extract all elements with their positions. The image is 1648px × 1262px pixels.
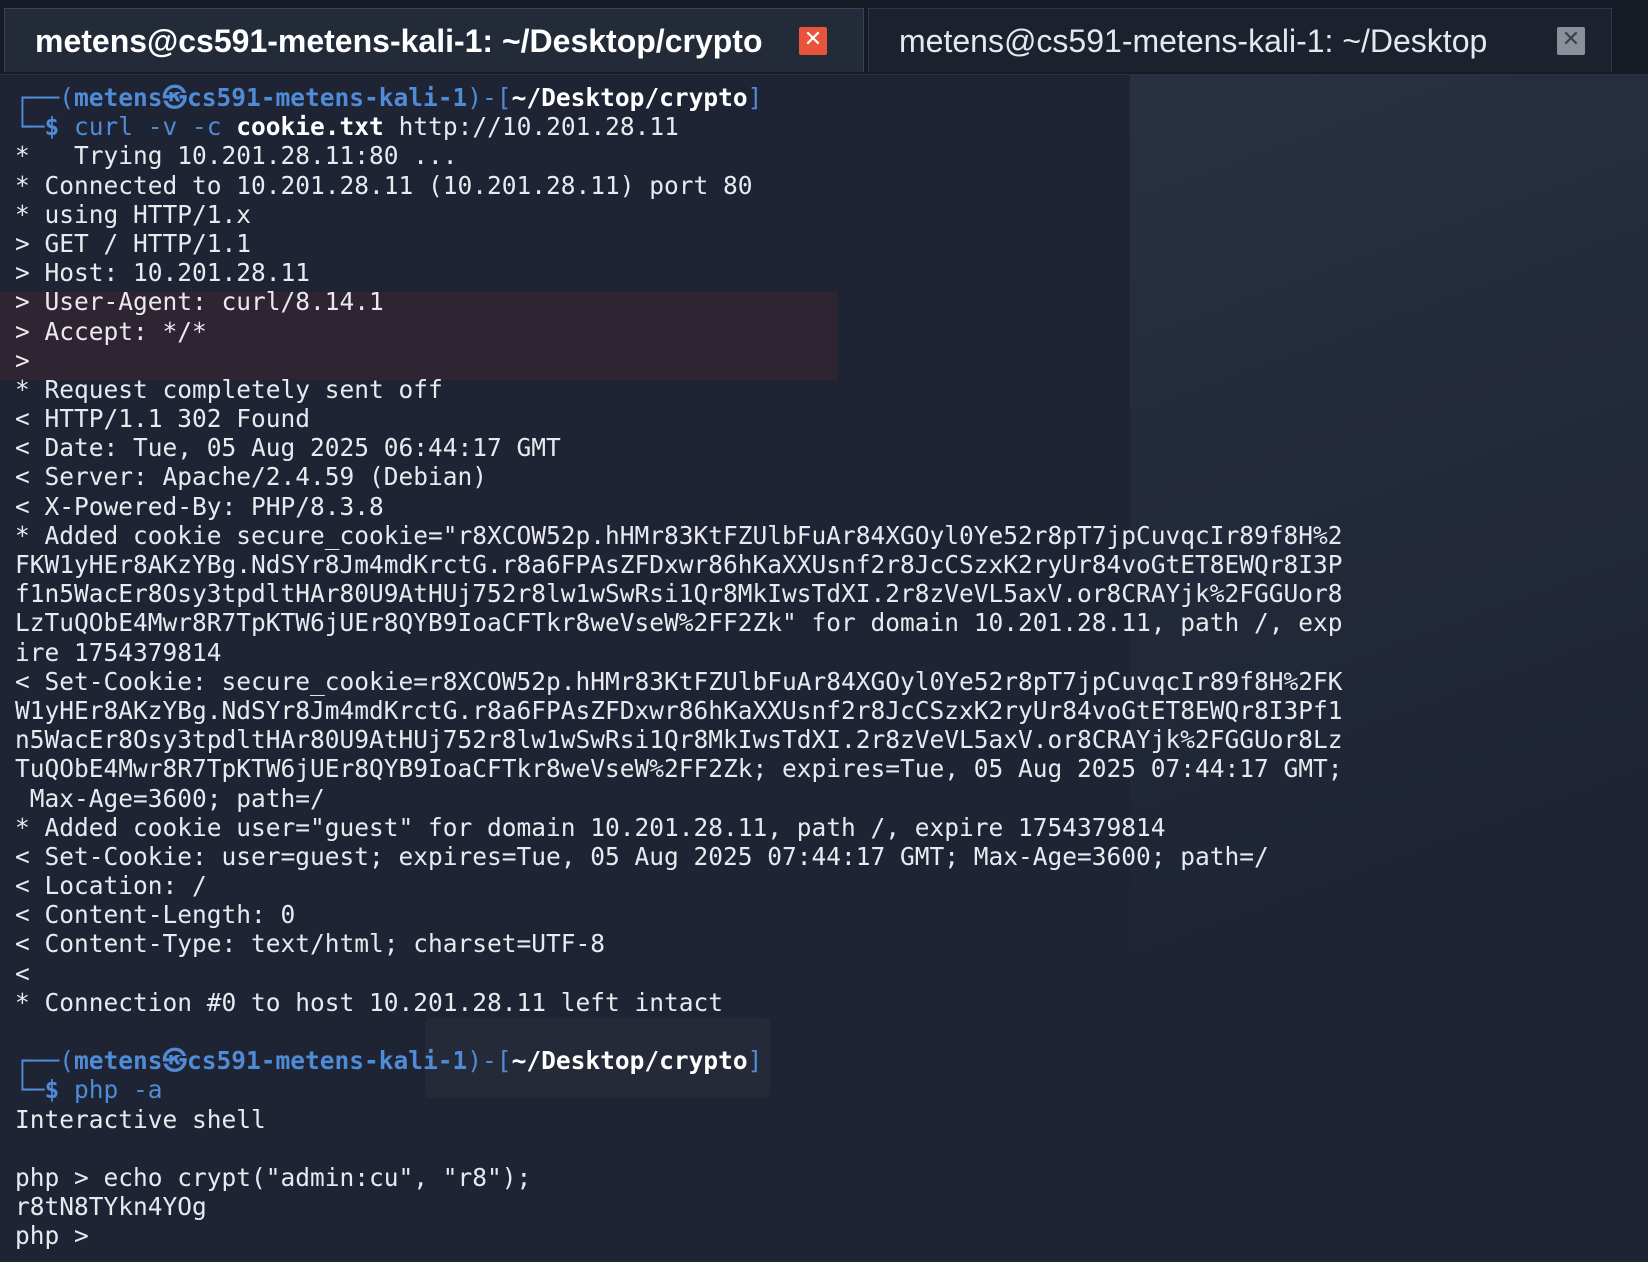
- command-url-arg: http://10.201.28.11: [383, 112, 679, 142]
- prompt-dir: ~/Desktop/crypto: [511, 83, 748, 112]
- curl-output: * Trying 10.201.28.11:80 ... * Connected …: [15, 141, 1635, 1046]
- prompt-host: cs591-metens-kali-1: [187, 83, 468, 112]
- prompt-dollar: └─$: [15, 1075, 75, 1105]
- output-line: ire 1754379814: [15, 637, 222, 667]
- prompt-bracket: ┌──(: [15, 1046, 75, 1076]
- tab-desktop[interactable]: metens@cs591-metens-kali-1: ~/Desktop ✕: [868, 8, 1612, 72]
- prompt-user: metens: [74, 83, 163, 112]
- prompt-dollar: └─$: [15, 112, 75, 142]
- output-line: FKW1yHEr8AKzYBg.NdSYr8Jm4mdKrctG.r8a6FPA…: [15, 550, 1343, 579]
- output-line: * Added cookie user="guest" for domain 1…: [15, 812, 1166, 842]
- terminal-tab-bar: metens@cs591-metens-kali-1: ~/Desktop/cr…: [0, 0, 1648, 75]
- output-line: * Added cookie secure_cookie="r8XCOW52p.…: [15, 520, 1343, 550]
- output-line: < Content-Type: text/html; charset=UTF-8: [15, 929, 606, 959]
- prompt-user: metens: [74, 1046, 163, 1076]
- output-line: * Trying 10.201.28.11:80 ...: [15, 141, 458, 171]
- prompt-bracket: ]: [747, 1046, 763, 1076]
- output-line: >: [15, 345, 30, 375]
- output-line: > GET / HTTP/1.1: [15, 228, 252, 258]
- output-line: < Content-Length: 0: [15, 900, 296, 930]
- output-line: * Connected to 10.201.28.11 (10.201.28.1…: [15, 170, 753, 200]
- output-line: > User-Agent: curl/8.14.1: [15, 287, 384, 317]
- prompt-bracket: ┌──(: [15, 83, 75, 112]
- prompt-line: ┌──(metens㉿cs591-metens-kali-1)-[~/Deskt…: [15, 83, 1635, 112]
- tab-label: metens@cs591-metens-kali-1: ~/Desktop/cr…: [35, 23, 763, 59]
- command-file-arg: cookie.txt: [236, 112, 384, 142]
- output-line: > Accept: */*: [15, 316, 207, 346]
- output-line: LzTuQObE4Mwr8R7TpKTW6jUEr8QYB9IoaCFTkr8w…: [15, 608, 1343, 638]
- output-line: < Date: Tue, 05 Aug 2025 06:44:17 GMT: [15, 433, 561, 463]
- php-shell-output: Interactive shell php > echo crypt("admin…: [15, 1105, 1635, 1251]
- prompt-bracket: ]: [747, 83, 763, 112]
- output-line: php >: [15, 1221, 104, 1251]
- output-line: f1n5WacEr8Osy3tpdltHAr80U9AtHUj752r8lw1w…: [15, 579, 1343, 609]
- prompt-line: ┌──(metens㉿cs591-metens-kali-1)-[~/Deskt…: [15, 1046, 1635, 1075]
- output-line: TuQObE4Mwr8R7TpKTW6jUEr8QYB9IoaCFTkr8weV…: [15, 754, 1343, 784]
- prompt-bracket: )-[: [467, 83, 512, 112]
- output-line: < Server: Apache/2.4.59 (Debian): [15, 462, 488, 492]
- tab-label: metens@cs591-metens-kali-1: ~/Desktop: [899, 23, 1488, 59]
- output-line: Max-Age=3600; path=/: [15, 783, 325, 813]
- output-line: < Set-Cookie: user=guest; expires=Tue, 0…: [15, 841, 1269, 871]
- prompt-dir: ~/Desktop/crypto: [511, 1046, 748, 1076]
- output-line: > Host: 10.201.28.11: [15, 258, 311, 288]
- output-line: r8tN8TYkn4YOg: [15, 1192, 207, 1222]
- output-line: < Set-Cookie: secure_cookie=r8XCOW52p.hH…: [15, 666, 1343, 696]
- prompt-at: ㉿: [162, 83, 188, 112]
- command-line: └─$ php -a: [15, 1075, 1635, 1104]
- prompt-at: ㉿: [162, 1046, 188, 1076]
- command-args: -a: [118, 1075, 163, 1105]
- command-name: curl: [74, 112, 134, 142]
- output-line: < X-Powered-By: PHP/8.3.8: [15, 491, 384, 521]
- output-line: <: [15, 958, 30, 988]
- output-line: Interactive shell: [15, 1104, 266, 1134]
- close-icon[interactable]: ✕: [1557, 27, 1585, 55]
- output-line: * Connection #0 to host 10.201.28.11 lef…: [15, 987, 724, 1017]
- output-line: * Request completely sent off: [15, 374, 443, 404]
- output-line: n5WacEr8Osy3tpdltHAr80U9AtHUj752r8lw1wSw…: [15, 725, 1343, 755]
- output-line: W1yHEr8AKzYBg.NdSYr8Jm4mdKrctG.r8a6FPAsZ…: [15, 695, 1343, 725]
- command-line: └─$ curl -v -c cookie.txt http://10.201.…: [15, 112, 1635, 141]
- close-icon[interactable]: ✕: [799, 27, 827, 55]
- command-args: -v -c: [133, 112, 237, 142]
- terminal-output[interactable]: ┌──(metens㉿cs591-metens-kali-1)-[~/Deskt…: [15, 83, 1635, 1262]
- output-line: * using HTTP/1.x: [15, 199, 252, 229]
- prompt-bracket: )-[: [467, 1046, 512, 1076]
- output-line: php > echo crypt("admin:cu", "r8");: [15, 1162, 532, 1192]
- prompt-host: cs591-metens-kali-1: [187, 1046, 468, 1076]
- output-line: < HTTP/1.1 302 Found: [15, 404, 311, 434]
- command-name: php: [74, 1075, 119, 1105]
- output-line: < Location: /: [15, 871, 207, 901]
- tab-crypto[interactable]: metens@cs591-metens-kali-1: ~/Desktop/cr…: [4, 8, 864, 72]
